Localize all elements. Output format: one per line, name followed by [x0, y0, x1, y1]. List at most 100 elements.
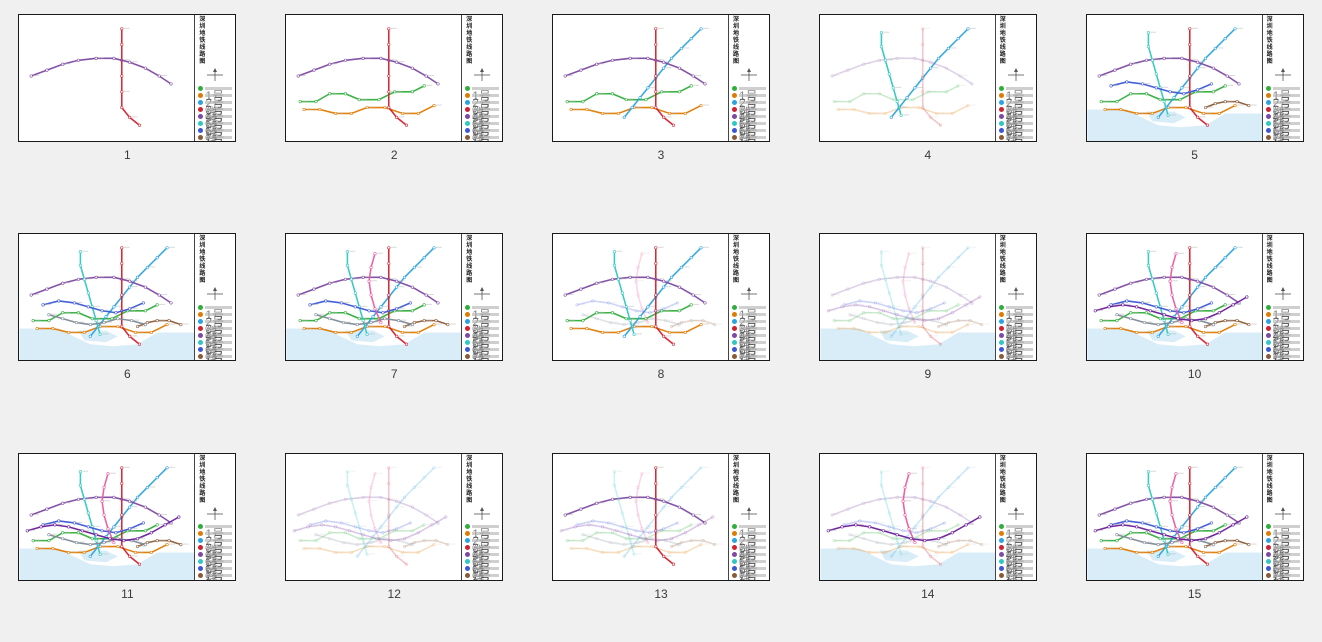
- station-label-stub: [658, 91, 664, 92]
- water-shape: [287, 329, 462, 361]
- station-label-stub: [932, 116, 938, 117]
- station-label-stub: [361, 99, 367, 100]
- legend-items: 1号线2号线3号线4号线5号线6号线7号线8号线9号线10号线11号线: [195, 524, 235, 581]
- legend-item-label: 8号线: [1273, 355, 1300, 358]
- station-label-stub: [907, 322, 913, 323]
- legend-swatch-icon: [465, 86, 470, 91]
- station-marker-icon: [1180, 276, 1183, 279]
- station-label-stub: [960, 539, 966, 540]
- station-label-stub: [984, 543, 990, 544]
- station-label-stub: [1250, 324, 1256, 325]
- metro-line: [828, 297, 980, 321]
- station-marker-icon: [937, 496, 940, 499]
- station-marker-icon: [904, 513, 907, 516]
- thumbnail[interactable]: 深 圳 地 铁 线 路 图1号线2号线3号线4号线5号线6号线7号线8号线9号线…: [1086, 453, 1304, 581]
- station-marker-icon: [629, 57, 632, 60]
- station-marker-icon: [143, 302, 146, 305]
- legend-item-label: 1号线: [1006, 525, 1033, 528]
- thumbnail[interactable]: 深 圳 地 铁 线 路 图1号线2号线3号线4号线5号线6号线7号线8号线9号线…: [552, 233, 770, 361]
- station-marker-icon: [1151, 331, 1154, 334]
- thumbnail[interactable]: 深 圳 地 铁 线 路 图1号线2号线3号线4号线5号线6号线7号线8号线9号线…: [819, 14, 1037, 142]
- thumbnail[interactable]: 深 圳 地 铁 线 路 图1号线2号线3号线4号线5号线6号线7号线8号线9号线…: [819, 233, 1037, 361]
- station-marker-icon: [388, 28, 391, 31]
- compass-icon: [199, 506, 231, 522]
- thumbnail[interactable]: 深 圳 地 铁 线 路 图1号线2号线3号线4号线5号线6号线7号线8号线9号线…: [1086, 233, 1304, 361]
- station-label-stub: [399, 116, 405, 117]
- station-marker-icon: [150, 551, 153, 554]
- station-marker-icon: [382, 312, 385, 315]
- legend-swatch-icon: [732, 107, 737, 112]
- thumbnail[interactable]: 深 圳 地 铁 线 路 图1号线2号线3号线4号线5号线6号线7号线8号线9号线…: [285, 233, 503, 361]
- station-marker-icon: [662, 506, 665, 509]
- station-marker-icon: [633, 553, 636, 556]
- thumbnail[interactable]: 深 圳 地 铁 线 路 图1号线2号线3号线4号线5号线6号线7号线8号线9号线…: [552, 14, 770, 142]
- station-marker-icon: [907, 527, 910, 530]
- station-marker-icon: [1206, 124, 1209, 127]
- station-marker-icon: [121, 28, 124, 31]
- legend-item: 8号线: [732, 573, 766, 579]
- station-label-stub: [646, 537, 652, 538]
- station-marker-icon: [937, 57, 940, 60]
- station-label-stub: [162, 294, 168, 295]
- station-marker-icon: [611, 59, 614, 62]
- thumbnail[interactable]: 深 圳 地 铁 线 路 图1号线2号线3号线4号线5号线6号线7号线8号线9号线…: [552, 453, 770, 581]
- thumbnail[interactable]: 深 圳 地 铁 线 路 图1号线2号线3号线4号线5号线6号线7号线8号线9号线…: [285, 453, 503, 581]
- station-label-stub: [116, 306, 122, 307]
- thumbnail[interactable]: 深 圳 地 铁 线 路 图1号线2号线3号线4号线5号线6号线7号线8号线9号线…: [285, 14, 503, 142]
- station-marker-icon: [680, 47, 683, 50]
- station-marker-icon: [423, 476, 426, 479]
- station-label-stub: [925, 279, 931, 280]
- station-label-stub: [371, 500, 377, 501]
- station-marker-icon: [356, 324, 359, 327]
- station-marker-icon: [396, 280, 399, 283]
- legend-item: 7号线: [198, 127, 232, 133]
- station-label-stub: [391, 247, 397, 248]
- station-marker-icon: [915, 312, 918, 315]
- station-marker-icon: [1204, 537, 1207, 540]
- station-marker-icon: [325, 519, 328, 522]
- legend-item: 5号线: [999, 332, 1033, 338]
- legend-swatch-icon: [732, 531, 737, 536]
- station-marker-icon: [26, 529, 29, 532]
- station-marker-icon: [350, 331, 353, 334]
- thumbnail[interactable]: 深 圳 地 铁 线 路 图1号线2号线3号线4号线5号线6号线7号线8号线9号线…: [819, 453, 1037, 581]
- legend-item: 9号线: [732, 141, 766, 142]
- station-label-stub: [1144, 83, 1150, 84]
- station-marker-icon: [1202, 331, 1205, 334]
- thumbnail[interactable]: 深 圳 地 铁 线 路 图1号线2号线3号线4号线5号线6号线7号线8号线9号线…: [18, 453, 236, 581]
- station-label-stub: [895, 87, 901, 88]
- legend-item: 2号线: [999, 311, 1033, 317]
- legend-item: 5号线: [465, 113, 499, 119]
- station-label-stub: [932, 500, 938, 501]
- legend-swatch-icon: [465, 121, 470, 126]
- station-marker-icon: [1174, 527, 1177, 530]
- station-marker-icon: [1184, 326, 1187, 329]
- station-label-stub: [1168, 107, 1174, 108]
- station-label-stub: [45, 524, 51, 525]
- compass-icon: [733, 286, 765, 302]
- station-marker-icon: [1115, 314, 1118, 317]
- station-marker-icon: [1247, 104, 1250, 107]
- station-marker-icon: [868, 551, 871, 554]
- station-label-stub: [150, 267, 156, 268]
- station-marker-icon: [103, 322, 106, 325]
- station-marker-icon: [921, 466, 924, 469]
- station-marker-icon: [980, 543, 983, 546]
- legend-item-label: 6号线: [205, 560, 232, 563]
- station-marker-icon: [617, 498, 620, 501]
- thumbnail[interactable]: 深 圳 地 铁 线 路 图1号线2号线3号线4号线5号线6号线7号线8号线9号线…: [1086, 14, 1304, 142]
- station-label-stub: [925, 498, 931, 499]
- station-label-stub: [658, 466, 664, 467]
- thumbnail[interactable]: 深 圳 地 铁 线 路 图1号线2号线3号线4号线5号线6号线7号线8号线9号线…: [18, 14, 236, 142]
- thumbnail-caption: 12: [388, 587, 401, 601]
- thumbnail[interactable]: 深 圳 地 铁 线 路 图1号线2号线3号线4号线5号线6号线7号线8号线9号线…: [18, 233, 236, 361]
- legend-swatch-icon: [1266, 333, 1271, 338]
- station-label-stub: [1154, 279, 1160, 280]
- station-label-stub: [167, 524, 173, 525]
- station-marker-icon: [1170, 294, 1173, 297]
- legend-swatch-icon: [1266, 114, 1271, 119]
- station-label-stub: [399, 336, 405, 337]
- station-label-stub: [666, 336, 672, 337]
- legend-swatch-icon: [1266, 566, 1271, 571]
- station-marker-icon: [89, 335, 92, 338]
